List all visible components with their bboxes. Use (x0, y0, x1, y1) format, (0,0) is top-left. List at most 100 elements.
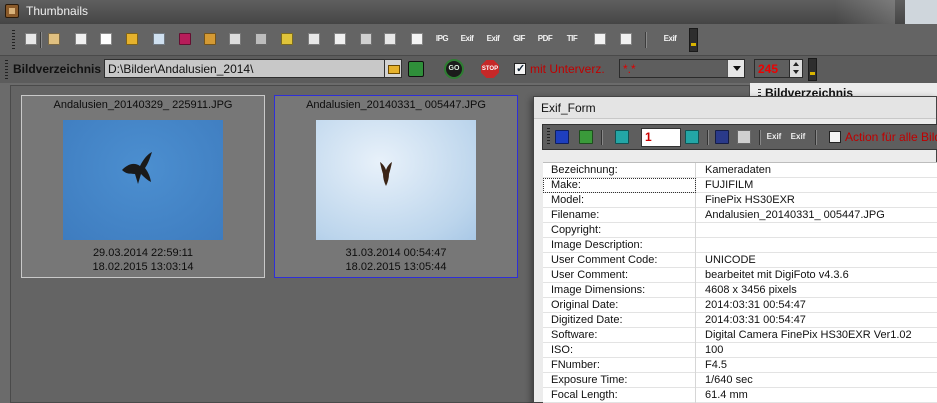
globe-icon[interactable] (357, 30, 375, 48)
exif-row[interactable]: Image Description: (543, 238, 937, 253)
link-icon[interactable] (201, 30, 219, 48)
filmstrip-icon[interactable] (408, 30, 426, 48)
exif-row[interactable]: Exposure Time: 1/640 sec (543, 373, 937, 388)
gif-icon[interactable]: GIF (510, 30, 528, 48)
exif-form-title-bar[interactable]: Exif_Form (534, 97, 936, 119)
toolbar-overflow-button[interactable] (689, 28, 698, 52)
exif-row[interactable]: Model: FinePix HS30EXR (543, 193, 937, 208)
thumbnail-image[interactable] (316, 120, 476, 240)
ipg-icon[interactable]: IPG (433, 30, 451, 48)
exif-row-value[interactable]: 2014:03:31 00:54:47 (697, 298, 937, 313)
exif-row[interactable]: Make: FUJIFILM (543, 178, 937, 193)
exif-row-key: Original Date: (543, 298, 696, 313)
copy-icon[interactable] (97, 30, 115, 48)
toolbar-separator (601, 130, 602, 145)
exif-row[interactable]: Software: Digital Camera FinePix HS30EXR … (543, 328, 937, 343)
date-icon[interactable] (331, 30, 349, 48)
tif-icon[interactable]: TIF (563, 30, 581, 48)
check-icon[interactable] (22, 30, 40, 48)
exif-row-value[interactable]: FinePix HS30EXR (697, 193, 937, 208)
arrow-left-icon[interactable] (613, 128, 631, 146)
print-icon[interactable] (735, 128, 753, 146)
exif-settings-icon[interactable]: Exif (661, 30, 679, 48)
exif-row[interactable]: ISO: 100 (543, 343, 937, 358)
thumbnail-filename: Andalusien_20140331_ 005447.JPG (306, 99, 486, 111)
exif-row[interactable]: Copyright: (543, 223, 937, 238)
background-window-edge-right (905, 0, 937, 24)
exif-row-value[interactable]: bearbeitet mit DigiFoto v4.3.6 (697, 268, 937, 283)
thumbnail-count-input[interactable]: 245 (754, 59, 790, 78)
exif-row-value[interactable]: FUJIFILM (697, 178, 937, 193)
toolbar-separator (645, 32, 646, 48)
subfolders-checkbox[interactable] (514, 62, 526, 75)
stop-button[interactable]: STOP (481, 60, 499, 78)
exif-row-value[interactable]: UNICODE (697, 253, 937, 268)
page-icon[interactable] (617, 30, 635, 48)
thumbnail-card[interactable]: Andalusien_20140331_ 005447.JPG 31.03.20… (274, 95, 518, 278)
refresh-icon[interactable] (577, 128, 595, 146)
directory-path-input[interactable]: D:\Bilder\Andalusien_2014\ (104, 59, 402, 78)
thumbnail-date-modified: 18.02.2015 13:05:44 (345, 261, 447, 273)
action-all-images-checkbox[interactable] (829, 131, 841, 143)
grid-header-key: Bezeichnung: (543, 163, 696, 178)
calendar-icon[interactable] (176, 30, 194, 48)
thumbnail-card[interactable]: Andalusien_20140329_ 225911.JPG 29.03.20… (21, 95, 265, 278)
exif-row-value[interactable]: 2014:03:31 00:54:47 (697, 313, 937, 328)
exif-row-value[interactable]: 4608 x 3456 pixels (697, 283, 937, 298)
exif-row-key: User Comment: (543, 268, 696, 283)
arrow-right-icon[interactable] (683, 128, 701, 146)
image-open-icon[interactable] (45, 30, 63, 48)
grid-header-value: Kameradaten (705, 164, 772, 176)
exit-icon[interactable] (553, 128, 571, 146)
camera-icon[interactable] (381, 30, 399, 48)
exif-row-key: Make: (543, 178, 696, 193)
thumbnail-date-taken: 31.03.2014 00:54:47 (345, 247, 447, 259)
exif-row[interactable]: User Comment Code: UNICODE (543, 253, 937, 268)
select-frame-icon[interactable] (72, 30, 90, 48)
refresh-icon[interactable] (305, 30, 323, 48)
panel-icon[interactable] (591, 30, 609, 48)
print-icon[interactable] (226, 30, 244, 48)
exif-row[interactable]: User Comment: bearbeitet mit DigiFoto v4.… (543, 268, 937, 283)
count-spinner[interactable] (789, 59, 803, 78)
exif-row[interactable]: Focal Length: 61.4 mm (543, 388, 937, 403)
exif-form-title: Exif_Form (541, 101, 596, 115)
exif-row-value[interactable]: 100 (697, 343, 937, 358)
exif-row[interactable]: Filename: Andalusien_20140331_ 005447.JPG (543, 208, 937, 223)
go-button[interactable]: GO (444, 59, 464, 79)
address-bar-overflow-button[interactable] (808, 58, 817, 81)
exif-row-key: User Comment Code: (543, 253, 696, 268)
jar-icon[interactable] (252, 30, 270, 48)
key-icon[interactable] (278, 30, 296, 48)
browse-folder-button[interactable] (384, 59, 402, 78)
toolbar-grip[interactable] (12, 30, 15, 50)
pdf-icon[interactable]: PDF (536, 30, 554, 48)
refresh-directory-button[interactable] (408, 61, 424, 77)
exif-row-value[interactable]: Digital Camera FinePix HS30EXR Ver1.02 (697, 328, 937, 343)
record-number-input[interactable]: 1 (641, 128, 681, 147)
chevron-down-icon[interactable] (727, 60, 744, 77)
exif-edit-icon[interactable]: Exif (484, 30, 502, 48)
thumbnail-image[interactable] (63, 120, 223, 240)
exif-row-key: Exposure Time: (543, 373, 696, 388)
address-bar-grip[interactable] (5, 60, 8, 80)
exif-row-value[interactable] (697, 238, 937, 253)
exif-row[interactable]: Original Date: 2014:03:31 00:54:47 (543, 298, 937, 313)
exif-row-value[interactable]: Andalusien_20140331_ 005447.JPG (697, 208, 937, 223)
title-bar: Thumbnails (0, 0, 937, 24)
address-bar: Bildverzeichnis D:\Bilder\Andalusien_201… (0, 56, 937, 83)
transfer-icon[interactable] (150, 30, 168, 48)
exif-row[interactable]: FNumber: F4.5 (543, 358, 937, 373)
exif-row[interactable]: Image Dimensions: 4608 x 3456 pixels (543, 283, 937, 298)
exif-row-value[interactable]: 61.4 mm (697, 388, 937, 403)
exif-icon[interactable]: Exif (458, 30, 476, 48)
toolbar-separator (707, 130, 708, 145)
exif-row-value[interactable]: 1/640 sec (697, 373, 937, 388)
exif-toolbar-grip[interactable] (547, 128, 550, 146)
save-icon[interactable] (713, 128, 731, 146)
exif-row[interactable]: Digitized Date: 2014:03:31 00:54:47 (543, 313, 937, 328)
folder-open-icon[interactable] (123, 30, 141, 48)
exif-row-key: ISO: (543, 343, 696, 358)
exif-row-value[interactable]: F4.5 (697, 358, 937, 373)
exif-row-value[interactable] (697, 223, 937, 238)
